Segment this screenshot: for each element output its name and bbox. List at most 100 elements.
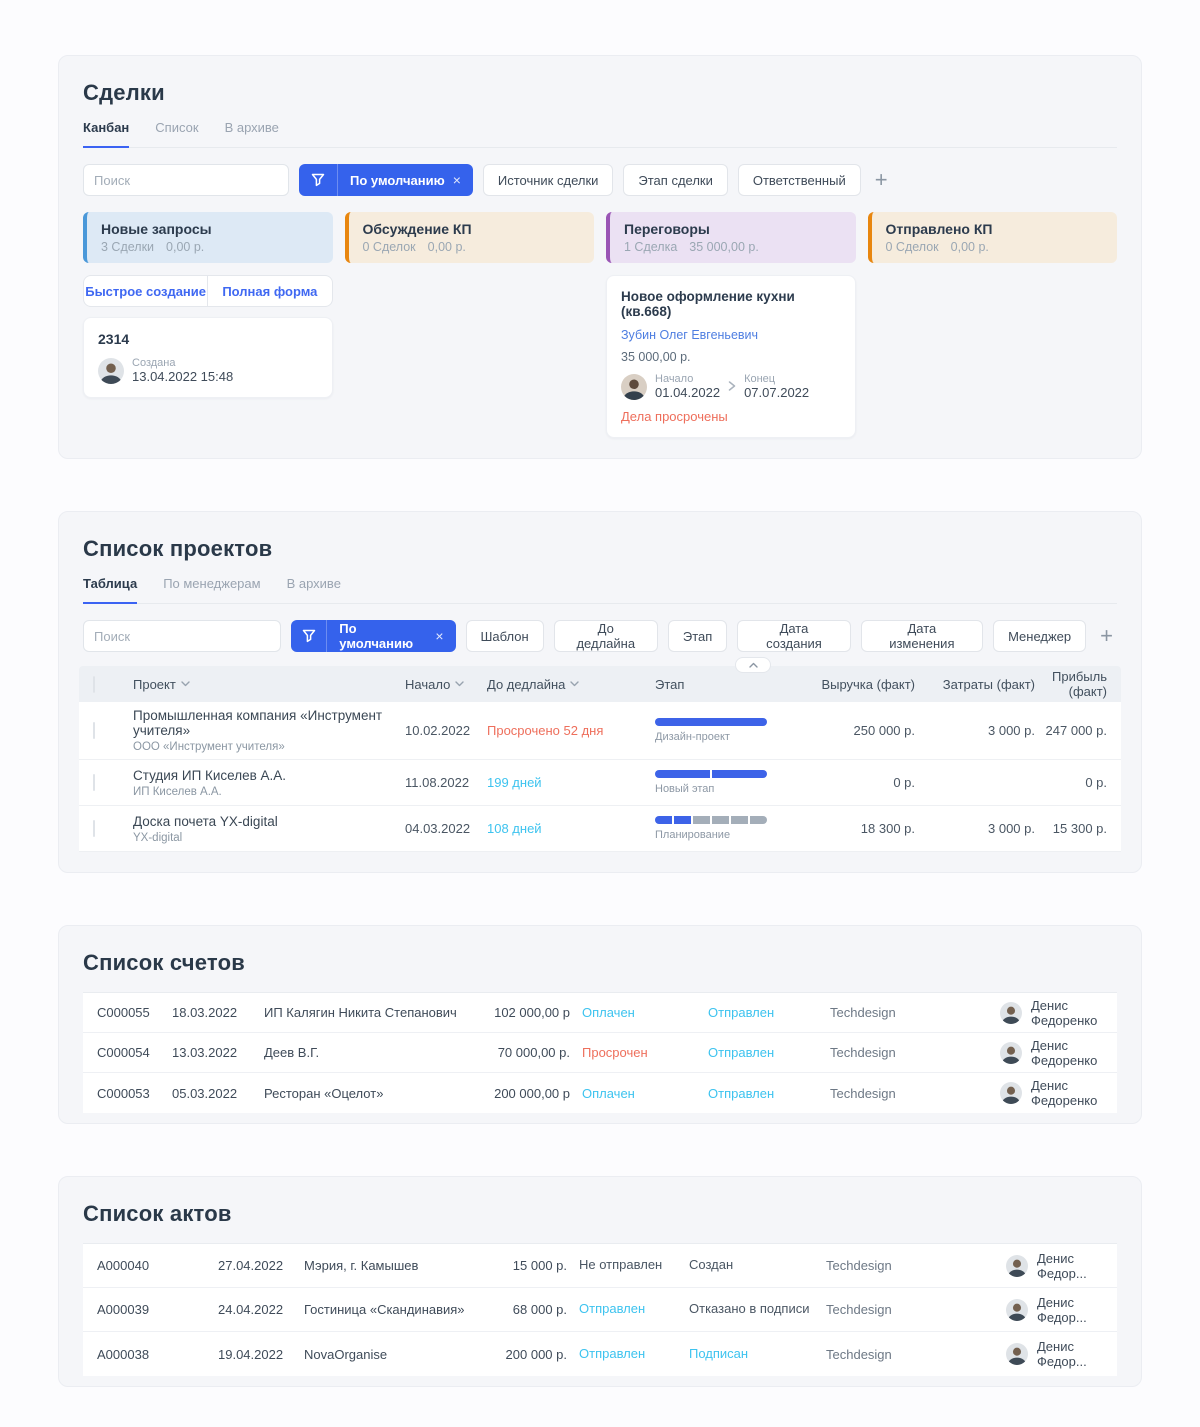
search-input[interactable] <box>83 164 289 196</box>
deal-card[interactable]: Новое оформление кухни (кв.668) Зубин Ол… <box>606 275 856 438</box>
clear-filter-icon[interactable]: × <box>451 172 473 188</box>
kanban-column-sent-proposal[interactable]: Отправлено КП 0 Сделок0,00 р. <box>868 212 1118 263</box>
invoice-amount: 102 000,00 р <box>482 1005 582 1020</box>
filter-deal-stage-button[interactable]: Этап сделки <box>623 164 727 196</box>
tab-archive[interactable]: В архиве <box>225 120 279 147</box>
header-start[interactable]: Начало <box>405 677 487 692</box>
send-status: Отправлен <box>708 1045 830 1060</box>
header-revenue: Выручка (факт) <box>805 677 915 692</box>
start-date: 04.03.2022 <box>405 821 487 836</box>
filter-stage-button[interactable]: Этап <box>668 620 727 652</box>
row-checkbox[interactable] <box>93 774 95 791</box>
payment-status: Оплачен <box>582 1005 708 1020</box>
created-label: Создана <box>132 357 233 369</box>
header-deadline[interactable]: До дедлайна <box>487 677 655 692</box>
send-status: Отправлен <box>579 1341 689 1367</box>
invoices-list: C000055 18.03.2022 ИП Калягин Никита Сте… <box>83 992 1117 1113</box>
avatar <box>1000 1002 1022 1024</box>
filter-responsible-button[interactable]: Ответственный <box>738 164 861 196</box>
manager-name: Денис Федор... <box>1037 1295 1103 1325</box>
table-row[interactable]: Промышленная компания «Инструмент учител… <box>79 702 1121 760</box>
collapse-toggle[interactable] <box>735 657 771 673</box>
filter-template-button[interactable]: Шаблон <box>466 620 544 652</box>
column-count: 1 Сделка <box>624 240 677 254</box>
kanban-lane-negotiations: Новое оформление кухни (кв.668) Зубин Ол… <box>606 275 856 438</box>
doc-status: Отказано в подписи <box>689 1296 826 1322</box>
end-date: 07.07.2022 <box>744 385 809 400</box>
tab-table[interactable]: Таблица <box>83 576 137 604</box>
kanban-column-discussion[interactable]: Обсуждение КП 0 Сделок0,00 р. <box>345 212 595 263</box>
filter-deadline-button[interactable]: До дедлайна <box>554 620 658 652</box>
invoice-number: C000054 <box>97 1045 172 1060</box>
act-row[interactable]: A000040 27.04.2022 Мэрия, г. Камышев 15 … <box>83 1244 1117 1288</box>
deadline-value: Просрочено 52 дня <box>487 723 655 738</box>
default-filter-chip[interactable]: По умолчанию × <box>291 620 456 652</box>
costs-value: 3 000 р. <box>915 723 1035 738</box>
doc-status: Создан <box>689 1252 826 1278</box>
full-form-button[interactable]: Полная форма <box>208 276 331 306</box>
costs-value: 3 000 р. <box>915 821 1035 836</box>
kanban-body: Быстрое создание Полная форма 2314 Созда… <box>83 275 1117 438</box>
header-project[interactable]: Проект <box>133 677 405 692</box>
act-row[interactable]: A000039 24.04.2022 Гостиница «Скандинави… <box>83 1288 1117 1332</box>
chevron-right-icon <box>728 378 736 396</box>
avatar <box>1006 1343 1028 1365</box>
invoice-row[interactable]: C000054 13.03.2022 Деев В.Г. 70 000,00 р… <box>83 1033 1117 1073</box>
filter-chip-label: По умолчанию <box>338 173 451 188</box>
add-filter-icon[interactable]: + <box>1096 625 1117 647</box>
filter-created-button[interactable]: Дата создания <box>737 620 850 652</box>
row-checkbox[interactable] <box>93 820 95 837</box>
payment-status: Просрочен <box>582 1045 708 1060</box>
end-label: Конец <box>744 373 809 385</box>
row-checkbox[interactable] <box>93 722 95 739</box>
table-row[interactable]: Студия ИП Киселев А.А.ИП Киселев А.А. 11… <box>79 760 1121 806</box>
select-all-checkbox[interactable] <box>93 676 95 693</box>
quick-create-button[interactable]: Быстрое создание <box>84 276 208 306</box>
stage-progressbar <box>655 770 767 778</box>
add-filter-icon[interactable]: + <box>871 169 892 191</box>
client-name: Ресторан «Оцелот» <box>264 1086 482 1101</box>
column-name: Новые запросы <box>101 221 319 237</box>
tab-archive[interactable]: В архиве <box>287 576 341 603</box>
act-date: 27.04.2022 <box>218 1258 304 1273</box>
filter-manager-button[interactable]: Менеджер <box>993 620 1086 652</box>
act-row[interactable]: A000038 19.04.2022 NovaOrganise 200 000 … <box>83 1332 1117 1376</box>
invoice-amount: 70 000,00 р. <box>482 1045 582 1060</box>
header-costs: Затраты (факт) <box>915 677 1035 692</box>
act-number: A000039 <box>97 1302 218 1317</box>
default-filter-chip[interactable]: По умолчанию × <box>299 164 473 196</box>
column-count: 3 Сделки <box>101 240 154 254</box>
column-sum: 35 000,00 р. <box>689 240 759 254</box>
tab-by-managers[interactable]: По менеджерам <box>163 576 260 603</box>
contact-link[interactable]: Зубин Олег Евгеньевич <box>621 328 841 342</box>
invoice-date: 13.03.2022 <box>172 1045 264 1060</box>
kanban-column-negotiations[interactable]: Переговоры 1 Сделка35 000,00 р. <box>606 212 856 263</box>
manager-name: Денис Федор... <box>1037 1339 1103 1369</box>
tab-list[interactable]: Список <box>155 120 198 147</box>
kanban-lane-new-requests: Быстрое создание Полная форма 2314 Созда… <box>83 275 333 438</box>
deal-card[interactable]: 2314 Создана 13.04.2022 15:48 <box>83 317 333 398</box>
filter-modified-button[interactable]: Дата изменения <box>861 620 983 652</box>
clear-filter-icon[interactable]: × <box>433 628 455 644</box>
page-title: Список проектов <box>83 536 1117 562</box>
kanban-columns: Новые запросы 3 Сделки0,00 р. Обсуждение… <box>83 212 1117 263</box>
search-input[interactable] <box>83 620 281 652</box>
start-date: 01.04.2022 <box>655 385 720 400</box>
column-name: Обсуждение КП <box>363 221 581 237</box>
table-row[interactable]: Доска почета YX-digitalYX-digital 04.03.… <box>79 806 1121 852</box>
invoice-row[interactable]: C000053 05.03.2022 Ресторан «Оцелот» 200… <box>83 1073 1117 1113</box>
invoices-panel: Список счетов C000055 18.03.2022 ИП Каля… <box>58 925 1142 1124</box>
deals-panel: Сделки Канбан Список В архиве По умолчан… <box>58 55 1142 459</box>
overdue-warning: Дела просрочены <box>621 409 841 424</box>
kanban-column-new-requests[interactable]: Новые запросы 3 Сделки0,00 р. <box>83 212 333 263</box>
filter-deal-source-button[interactable]: Источник сделки <box>483 164 614 196</box>
act-number: A000040 <box>97 1258 218 1273</box>
company-name: Techdesign <box>830 1086 1000 1101</box>
invoice-row[interactable]: C000055 18.03.2022 ИП Калягин Никита Сте… <box>83 993 1117 1033</box>
funnel-icon <box>291 620 326 652</box>
tab-kanban[interactable]: Канбан <box>83 120 129 148</box>
invoice-number: C000053 <box>97 1086 172 1101</box>
deal-card-title: 2314 <box>98 331 318 347</box>
header-stage: Этап <box>655 677 805 692</box>
deal-card-title: Новое оформление кухни (кв.668) <box>621 289 841 319</box>
